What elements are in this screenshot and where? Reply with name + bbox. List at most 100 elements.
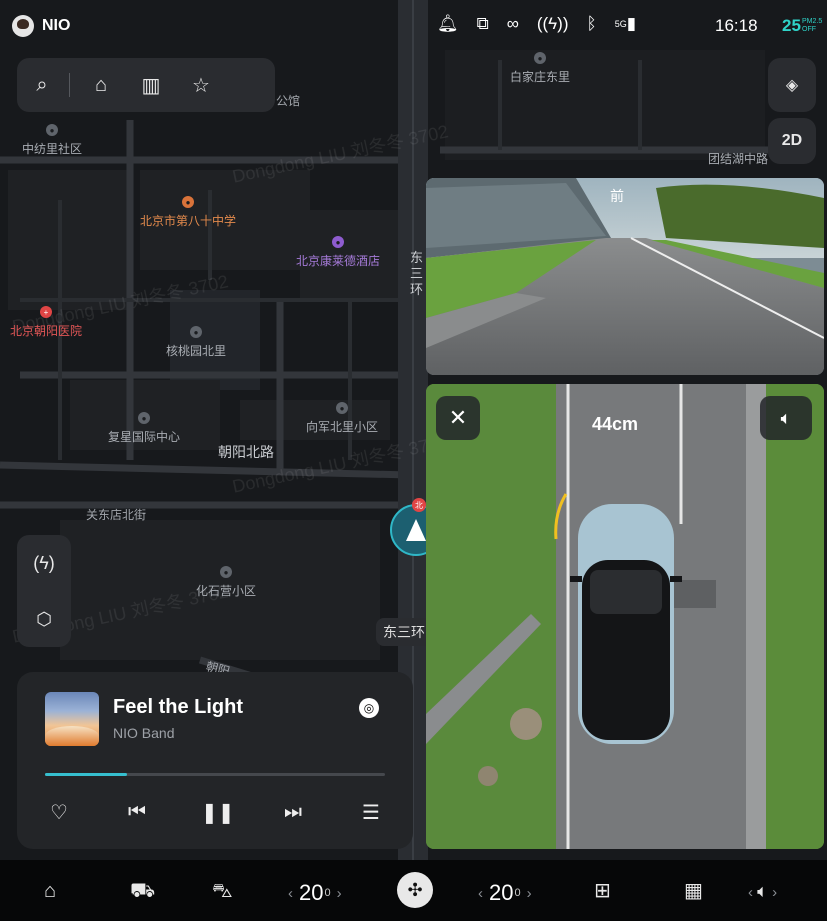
map-poi[interactable]: ● 复星国际中心: [108, 412, 180, 445]
road-label: 关东店北街: [86, 508, 147, 522]
poi-label: 化石营小区: [196, 584, 257, 598]
pause-icon[interactable]: ❚❚: [201, 800, 235, 825]
map-poi[interactable]: ● 北京康莱德酒店: [296, 236, 380, 269]
charge-signal-icon: ((ϟ)): [536, 14, 569, 33]
charging-station-icon[interactable]: (ϟ): [33, 553, 55, 574]
playback-controls: ♡ ⏮︎ ❚❚ ⏭︎ ☰: [45, 800, 385, 825]
sound-icon[interactable]: 🔈︎: [760, 396, 812, 440]
road-label: 公馆: [276, 94, 301, 108]
poi-label: 北京康莱德酒店: [296, 254, 381, 268]
poi-marker-icon: ●: [336, 402, 348, 414]
divider: [69, 73, 70, 97]
map-search-bar: ⌕ ⌂ ▥ ☆: [17, 58, 275, 112]
driver-temperature-control[interactable]: ‹ 20 0 ›: [288, 880, 342, 906]
car-top-view: [570, 504, 682, 744]
settings-hex-icon[interactable]: ⬡: [36, 609, 52, 630]
front-camera-view[interactable]: 前: [426, 178, 824, 375]
camera-direction-label: 前: [610, 188, 624, 204]
passenger-temperature-control[interactable]: ‹ 20 0 ›: [478, 880, 532, 906]
poi-label: 团结湖中路: [708, 152, 769, 166]
temperature-decimal: 0: [514, 887, 521, 899]
poi-marker-icon: ●: [46, 124, 58, 136]
close-icon[interactable]: ✕: [436, 396, 480, 440]
song-artist: NIO Band: [113, 725, 175, 741]
car-display: Dongdong LIU 刘冬冬 3702 Dongdong LIU 刘冬冬 3…: [0, 0, 827, 921]
chevron-right-icon[interactable]: ›: [337, 885, 342, 902]
progress-fill: [45, 773, 127, 776]
temperature-value: 20: [299, 880, 324, 905]
home-icon[interactable]: ⌂: [44, 878, 56, 904]
defrost-icon[interactable]: ⊞: [594, 878, 611, 904]
north-badge: 北: [412, 498, 426, 512]
chevron-right-icon[interactable]: ›: [772, 884, 777, 901]
view-mode-button[interactable]: 2D: [768, 118, 816, 164]
poi-marker-icon: ●: [138, 412, 150, 424]
map-poi[interactable]: ● 化石营小区: [196, 566, 256, 599]
apps-grid-icon[interactable]: ▦: [684, 878, 703, 904]
poi-marker-icon: ●: [220, 566, 232, 578]
map-poi[interactable]: ● 中纺里社区: [22, 124, 82, 157]
map-poi[interactable]: + 北京朝阳医院: [10, 306, 82, 339]
poi-label: 北京市第八十中学: [140, 214, 237, 228]
network-label: 5G: [614, 19, 627, 29]
chevron-left-icon[interactable]: ‹: [748, 884, 753, 901]
avatar: [12, 15, 34, 37]
map-poi[interactable]: 团结湖中路: [708, 150, 768, 167]
home-icon[interactable]: ⌂: [76, 58, 126, 112]
playlist-icon[interactable]: ☰: [357, 800, 385, 825]
profile-name: NIO: [42, 17, 71, 34]
song-title: Feel the Light: [113, 696, 243, 718]
clock: 16:18: [715, 16, 758, 35]
nio-logo-icon: ◎: [359, 698, 379, 718]
ring-road-label: 东三环: [410, 250, 424, 297]
link-icon: ∞: [506, 14, 519, 33]
car-icon[interactable]: ⛟: [130, 878, 155, 904]
progress-bar[interactable]: [45, 773, 385, 776]
cast-icon: ⧉: [476, 14, 489, 33]
heart-icon[interactable]: ♡: [45, 800, 73, 825]
album-art[interactable]: [45, 692, 99, 746]
search-icon[interactable]: ⌕: [17, 58, 67, 112]
aqi-label: PM2.5: [802, 18, 823, 25]
star-icon[interactable]: ☆: [176, 58, 226, 112]
map-poi[interactable]: ● 向军北里小区: [306, 402, 378, 435]
poi-label: 核桃园北里: [166, 344, 227, 358]
chevron-left-icon[interactable]: ‹: [478, 885, 483, 902]
obstacle-distance: 44cm: [592, 414, 639, 434]
chevron-left-icon[interactable]: ‹: [288, 885, 293, 902]
layers-icon[interactable]: ◈: [768, 58, 816, 112]
status-bar: NIO 🔔︎ ⧉ ∞ ((ϟ)) ᛒ 5G▮ 16:18 25 PM2.5 OF…: [0, 0, 827, 50]
next-icon[interactable]: ⏭︎: [279, 801, 307, 824]
volume-icon[interactable]: 🔈︎: [757, 881, 768, 901]
poi-marker-icon: ●: [190, 326, 202, 338]
car-door-icon[interactable]: ⛍: [212, 878, 233, 904]
map-poi[interactable]: ● 北京市第八十中学: [140, 196, 236, 229]
temperature-decimal: 0: [324, 887, 331, 899]
fan-icon[interactable]: ✣: [397, 872, 433, 908]
volume-control[interactable]: ‹ 🔈︎ ›: [748, 878, 777, 906]
front-camera-image: [426, 178, 824, 375]
status-icons: 🔔︎ ⧉ ∞ ((ϟ)) ᛒ 5G▮: [437, 14, 636, 34]
hotel-marker-icon: ●: [332, 236, 344, 248]
map-poi[interactable]: ● 核桃园北里: [166, 326, 226, 359]
chevron-right-icon[interactable]: ›: [527, 885, 532, 902]
poi-label: 中纺里社区: [22, 142, 83, 156]
surround-view-camera[interactable]: ✕ 44cm 🔈︎: [426, 384, 824, 849]
poi-marker-icon: ●: [534, 52, 546, 64]
temperature-value: 20: [489, 880, 514, 905]
map-poi[interactable]: ● 白家庄东里: [510, 52, 570, 85]
road-label: 朝阳北路: [218, 444, 274, 460]
current-road-chip: 东三环: [376, 618, 432, 646]
hospital-marker-icon: +: [40, 306, 52, 318]
media-player: Feel the Light NIO Band ◎ ♡ ⏮︎ ❚❚ ⏭︎ ☰: [17, 672, 413, 849]
surround-view-image: [426, 384, 824, 849]
5g-signal-icon: 5G▮: [614, 14, 637, 33]
poi-label: 复星国际中心: [108, 430, 181, 444]
previous-icon[interactable]: ⏮︎: [123, 801, 151, 824]
outside-temperature: 25: [782, 16, 801, 35]
bell-icon[interactable]: 🔔︎: [437, 14, 459, 34]
user-profile[interactable]: NIO: [12, 15, 70, 37]
poi-label: 向军北里小区: [306, 420, 379, 434]
map-side-panel: (ϟ) ⬡: [17, 535, 71, 647]
building-icon[interactable]: ▥: [126, 58, 176, 112]
